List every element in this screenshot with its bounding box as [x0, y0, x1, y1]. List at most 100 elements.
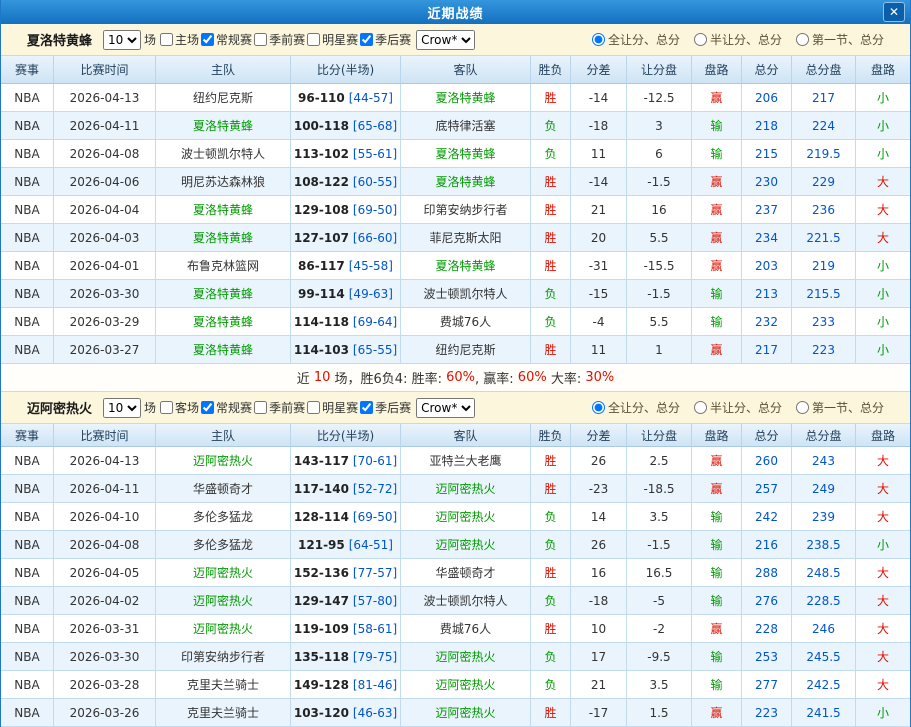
- radio-input[interactable]: [592, 33, 605, 46]
- checkbox-input[interactable]: [307, 33, 320, 46]
- games-count-suffix: 场: [144, 31, 156, 48]
- cell-handicap-result: 赢: [692, 699, 742, 727]
- radio-label: 半让分、总分: [710, 399, 782, 416]
- half-score: [44-57]: [349, 91, 393, 105]
- filter-checkbox[interactable]: 季前赛: [254, 31, 305, 48]
- radio-input[interactable]: [796, 33, 809, 46]
- cell-league: NBA: [1, 643, 54, 671]
- cell-point-diff: 17: [571, 643, 627, 671]
- cell-handicap-result: 赢: [692, 224, 742, 252]
- filter-checkbox[interactable]: 季后赛: [360, 399, 411, 416]
- cell-score: 152-136[77-57]: [291, 559, 401, 587]
- filter-checkbox[interactable]: 常规赛: [201, 31, 252, 48]
- filter-checkbox[interactable]: 客场: [160, 399, 199, 416]
- games-count-select[interactable]: 10: [103, 398, 141, 418]
- checkbox-input[interactable]: [307, 401, 320, 414]
- cell-league: NBA: [1, 671, 54, 699]
- cell-over-under: 小: [856, 140, 910, 168]
- checkbox-input[interactable]: [254, 401, 267, 414]
- cell-handicap-line: -2: [627, 615, 692, 643]
- cell-handicap-result: 输: [692, 587, 742, 615]
- cell-point-diff: 26: [571, 531, 627, 559]
- column-header: 主队: [156, 56, 291, 84]
- table-row: NBA2026-04-13迈阿密热火143-117[70-61]亚特兰大老鹰胜2…: [1, 447, 910, 475]
- stat-mode-radios: 全让分、总分半让分、总分第一节、总分: [578, 31, 884, 48]
- checkbox-input[interactable]: [360, 33, 373, 46]
- filter-checkbox[interactable]: 常规赛: [201, 399, 252, 416]
- cell-point-diff: 20: [571, 224, 627, 252]
- filter-checkbox[interactable]: 明星赛: [307, 399, 358, 416]
- filter-checkbox[interactable]: 季后赛: [360, 31, 411, 48]
- cell-point-diff: -31: [571, 252, 627, 280]
- checkbox-label: 主场: [175, 31, 199, 48]
- cell-home-team: 迈阿密热火: [156, 587, 291, 615]
- cell-league: NBA: [1, 280, 54, 308]
- stat-mode-radio-option[interactable]: 第一节、总分: [796, 399, 884, 416]
- cell-league: NBA: [1, 503, 54, 531]
- cell-date: 2026-04-08: [54, 531, 156, 559]
- column-header: 比赛时间: [54, 56, 156, 84]
- cell-handicap-line: -9.5: [627, 643, 692, 671]
- cell-total-line: 246: [792, 615, 856, 643]
- source-select[interactable]: Crow*: [416, 30, 475, 50]
- cell-total-line: 248.5: [792, 559, 856, 587]
- stat-mode-radio-option[interactable]: 半让分、总分: [694, 31, 782, 48]
- filter-bar: 夏洛特黄蜂10场主场常规赛季前赛明星赛季后赛Crow*全让分、总分半让分、总分第…: [1, 24, 910, 56]
- full-score: 103-120: [294, 706, 349, 720]
- column-header: 总分: [742, 56, 792, 84]
- column-header: 总分盘: [792, 56, 856, 84]
- window-title: 近期战绩: [427, 3, 483, 22]
- filter-checkbox[interactable]: 季前赛: [254, 399, 305, 416]
- half-score: [69-50]: [353, 203, 397, 217]
- cell-point-diff: 21: [571, 671, 627, 699]
- cell-score: 108-122[60-55]: [291, 168, 401, 196]
- section-summary: 近 10 场，胜6负4: 胜率: 60%, 赢率: 60% 大率: 30%: [1, 364, 910, 392]
- source-select[interactable]: Crow*: [416, 398, 475, 418]
- checkbox-input[interactable]: [201, 33, 214, 46]
- radio-input[interactable]: [592, 401, 605, 414]
- cell-handicap-result: 赢: [692, 84, 742, 112]
- cell-total-points: 223: [742, 699, 792, 727]
- filter-checkbox[interactable]: 明星赛: [307, 31, 358, 48]
- radio-input[interactable]: [796, 401, 809, 414]
- cell-over-under: 小: [856, 252, 910, 280]
- radio-input[interactable]: [694, 33, 707, 46]
- half-score: [69-50]: [353, 510, 397, 524]
- cell-away-team: 夏洛特黄蜂: [401, 84, 531, 112]
- stat-mode-radio-option[interactable]: 半让分、总分: [694, 399, 782, 416]
- summary-segment: 10: [314, 370, 331, 385]
- stat-mode-radio-option[interactable]: 第一节、总分: [796, 31, 884, 48]
- cell-handicap-line: -1.5: [627, 280, 692, 308]
- checkbox-input[interactable]: [254, 33, 267, 46]
- stat-mode-radio-option[interactable]: 全让分、总分: [592, 31, 680, 48]
- cell-over-under: 大: [856, 196, 910, 224]
- radio-input[interactable]: [694, 401, 707, 414]
- column-header: 盘路: [856, 424, 910, 447]
- cell-handicap-result: 赢: [692, 336, 742, 364]
- cell-over-under: 大: [856, 671, 910, 699]
- checkbox-input[interactable]: [160, 401, 173, 414]
- close-icon[interactable]: ✕: [883, 2, 905, 22]
- cell-result: 负: [531, 280, 571, 308]
- checkbox-input[interactable]: [201, 401, 214, 414]
- checkbox-input[interactable]: [360, 401, 373, 414]
- stat-mode-radio-option[interactable]: 全让分、总分: [592, 399, 680, 416]
- cell-handicap-line: 2.5: [627, 447, 692, 475]
- table-row: NBA2026-04-13纽约尼克斯96-110[44-57]夏洛特黄蜂胜-14…: [1, 84, 910, 112]
- table-row: NBA2026-03-29夏洛特黄蜂114-118[69-64]费城76人负-4…: [1, 308, 910, 336]
- cell-handicap-result: 赢: [692, 168, 742, 196]
- table-row: NBA2026-04-11华盛顿奇才117-140[52-72]迈阿密热火胜-2…: [1, 475, 910, 503]
- cell-league: NBA: [1, 84, 54, 112]
- column-header: 比赛时间: [54, 424, 156, 447]
- checkbox-input[interactable]: [160, 33, 173, 46]
- cell-total-line: 219.5: [792, 140, 856, 168]
- filter-checkbox[interactable]: 主场: [160, 31, 199, 48]
- cell-point-diff: 10: [571, 615, 627, 643]
- half-score: [69-64]: [353, 315, 397, 329]
- cell-handicap-result: 赢: [692, 252, 742, 280]
- cell-away-team: 夏洛特黄蜂: [401, 252, 531, 280]
- cell-over-under: 大: [856, 475, 910, 503]
- cell-over-under: 小: [856, 112, 910, 140]
- games-count-select[interactable]: 10: [103, 30, 141, 50]
- summary-segment: 近: [297, 368, 314, 387]
